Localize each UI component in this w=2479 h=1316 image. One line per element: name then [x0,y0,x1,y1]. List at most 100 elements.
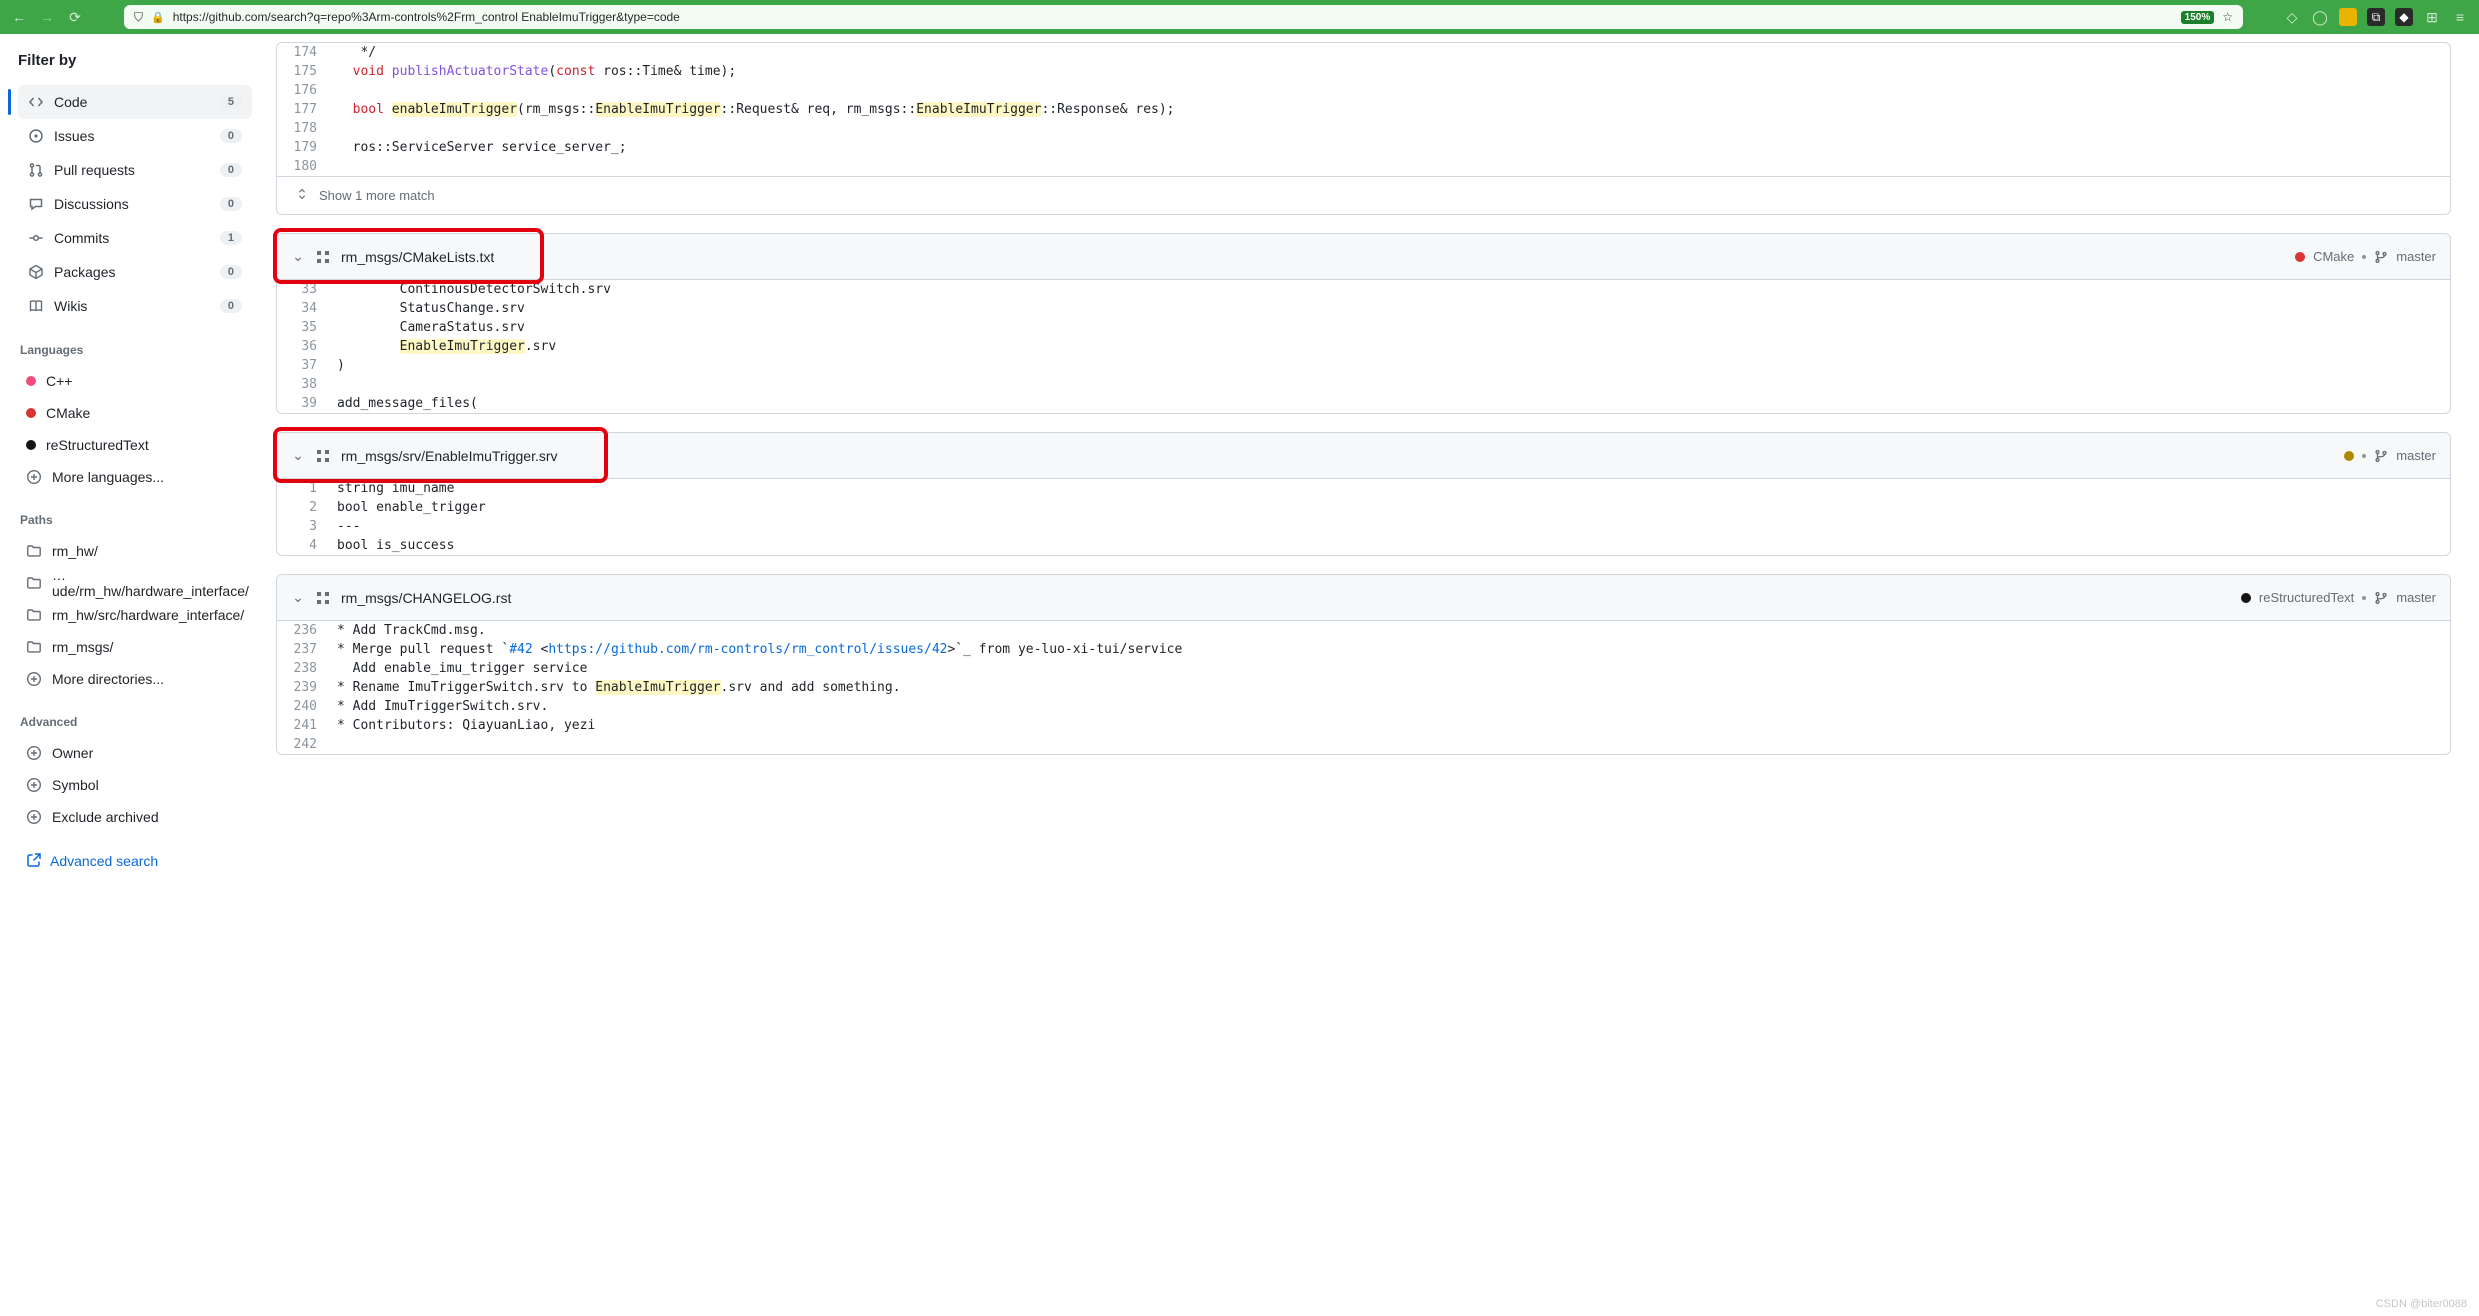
filter-issues[interactable]: Issues0 [18,119,252,153]
file-header: ⌄ rm_msgs/CMakeLists.txt CMake master [277,234,2450,280]
path-filter[interactable]: rm_hw/src/hardware_interface/ [18,599,252,631]
account-icon[interactable]: ◯ [2311,8,2329,26]
advanced-owner[interactable]: Owner [18,737,252,769]
extensions-icon[interactable]: ⊞ [2423,8,2441,26]
code-content: Add enable_imu_trigger service [329,659,2450,678]
filter-discussions[interactable]: Discussions0 [18,187,252,221]
code-line[interactable]: 38 [277,375,2450,394]
more-directories-link[interactable]: More directories... [18,663,252,695]
chevron-down-icon[interactable]: ⌄ [291,589,305,606]
menu-icon[interactable]: ≡ [2451,8,2469,26]
branch-name[interactable]: master [2396,448,2436,463]
languages-list: C++CMakereStructuredText [18,365,252,461]
zoom-badge[interactable]: 150% [2181,11,2215,24]
code-content: * Merge pull request `#42 <https://githu… [329,640,2450,659]
code-line[interactable]: 33 ContinousDetectorSwitch.srv [277,280,2450,299]
code-line[interactable]: 174 */ [277,43,2450,62]
code-content: * Rename ImuTriggerSwitch.srv to EnableI… [329,678,2450,697]
code-line[interactable]: 241* Contributors: QiayuanLiao, yezi [277,716,2450,735]
file-path[interactable]: rm_msgs/srv/EnableImuTrigger.srv [341,448,558,464]
line-number: 2 [277,498,329,517]
language-filter-restructuredtext[interactable]: reStructuredText [18,429,252,461]
more-languages-link[interactable]: More languages... [18,461,252,493]
code-line[interactable]: 237* Merge pull request `#42 <https://gi… [277,640,2450,659]
code-line[interactable]: 1string imu_name [277,479,2450,498]
nav-forward-icon[interactable]: → [38,8,56,26]
external-link-icon [26,852,42,871]
code-line[interactable]: 177 bool enableImuTrigger(rm_msgs::Enabl… [277,100,2450,119]
advanced-symbol[interactable]: Symbol [18,769,252,801]
line-number: 237 [277,640,329,659]
nav-back-icon[interactable]: ← [10,8,28,26]
code-line[interactable]: 37) [277,356,2450,375]
filter-packages[interactable]: Packages0 [18,255,252,289]
file-path[interactable]: rm_msgs/CHANGELOG.rst [341,590,511,606]
line-number: 4 [277,536,329,555]
path-filter[interactable]: …ude/rm_hw/hardware_interface/ [18,567,252,599]
filter-commits[interactable]: Commits1 [18,221,252,255]
chevron-down-icon[interactable]: ⌄ [291,447,305,464]
line-number: 241 [277,716,329,735]
code-line[interactable]: 2bool enable_trigger [277,498,2450,517]
url-bar[interactable]: ⛉ 🔒 https://github.com/search?q=repo%3Ar… [124,5,2243,29]
branch-name[interactable]: master [2396,249,2436,264]
code-line[interactable]: 3--- [277,517,2450,536]
code-content: --- [329,517,2450,536]
line-number: 3 [277,517,329,536]
line-number: 236 [277,621,329,640]
advanced-search-link[interactable]: Advanced search [18,845,252,877]
filter-wikis[interactable]: Wikis0 [18,289,252,323]
code-content: add_message_files( [329,394,2450,413]
ext-icon-1[interactable] [2339,8,2357,26]
advanced-exclude-archived[interactable]: Exclude archived [18,801,252,833]
code-line[interactable]: 239* Rename ImuTriggerSwitch.srv to Enab… [277,678,2450,697]
ext-icon-2[interactable]: ⧉ [2367,8,2385,26]
code-line[interactable]: 36 EnableImuTrigger.srv [277,337,2450,356]
code-content [329,375,2450,394]
issue-icon [28,128,44,144]
chevron-down-icon[interactable]: ⌄ [291,248,305,265]
filter-code[interactable]: Code5 [18,85,252,119]
code-line[interactable]: 4bool is_success [277,536,2450,555]
reload-icon[interactable]: ⟳ [66,8,84,26]
bookmark-star-icon[interactable]: ☆ [2222,10,2233,24]
line-number: 242 [277,735,329,754]
code-line[interactable]: 175 void publishActuatorState(const ros:… [277,62,2450,81]
code-line[interactable]: 35 CameraStatus.srv [277,318,2450,337]
code-line[interactable]: 178 [277,119,2450,138]
filter-pull-requests[interactable]: Pull requests0 [18,153,252,187]
grid-icon[interactable] [315,249,331,265]
code-result-0: 174 */175 void publishActuatorState(cons… [276,42,2451,215]
language-color-dot [26,440,36,450]
code-line[interactable]: 39add_message_files( [277,394,2450,413]
filter-sidebar: Filter by Code5Issues0Pull requests0Disc… [0,34,268,895]
shield-icon: ⛉ [134,10,143,25]
path-filter[interactable]: rm_hw/ [18,535,252,567]
line-number: 34 [277,299,329,318]
branch-name[interactable]: master [2396,590,2436,605]
show-more-matches[interactable]: Show 1 more match [277,176,2450,214]
code-line[interactable]: 176 [277,81,2450,100]
code-result-2: ⌄ rm_msgs/srv/EnableImuTrigger.srv maste… [276,432,2451,556]
code-line[interactable]: 242 [277,735,2450,754]
code-line[interactable]: 240* Add ImuTriggerSwitch.srv. [277,697,2450,716]
grid-icon[interactable] [315,448,331,464]
grid-icon[interactable] [315,590,331,606]
folder-icon [26,543,42,559]
file-path[interactable]: rm_msgs/CMakeLists.txt [341,249,494,265]
pocket-icon[interactable]: ◇ [2283,8,2301,26]
code-content [329,735,2450,754]
code-line[interactable]: 238 Add enable_imu_trigger service [277,659,2450,678]
code-result-3: ⌄ rm_msgs/CHANGELOG.rst reStructuredText… [276,574,2451,755]
code-line[interactable]: 180 [277,157,2450,176]
language-filter-cmake[interactable]: CMake [18,397,252,429]
code-line[interactable]: 34 StatusChange.srv [277,299,2450,318]
line-number: 36 [277,337,329,356]
language-filter-cpp[interactable]: C++ [18,365,252,397]
ext-icon-3[interactable]: ◆ [2395,8,2413,26]
path-filter[interactable]: rm_msgs/ [18,631,252,663]
code-line[interactable]: 179 ros::ServiceServer service_server_; [277,138,2450,157]
code-content: */ [329,43,2450,62]
language-color-dot [2241,593,2251,603]
code-line[interactable]: 236* Add TrackCmd.msg. [277,621,2450,640]
